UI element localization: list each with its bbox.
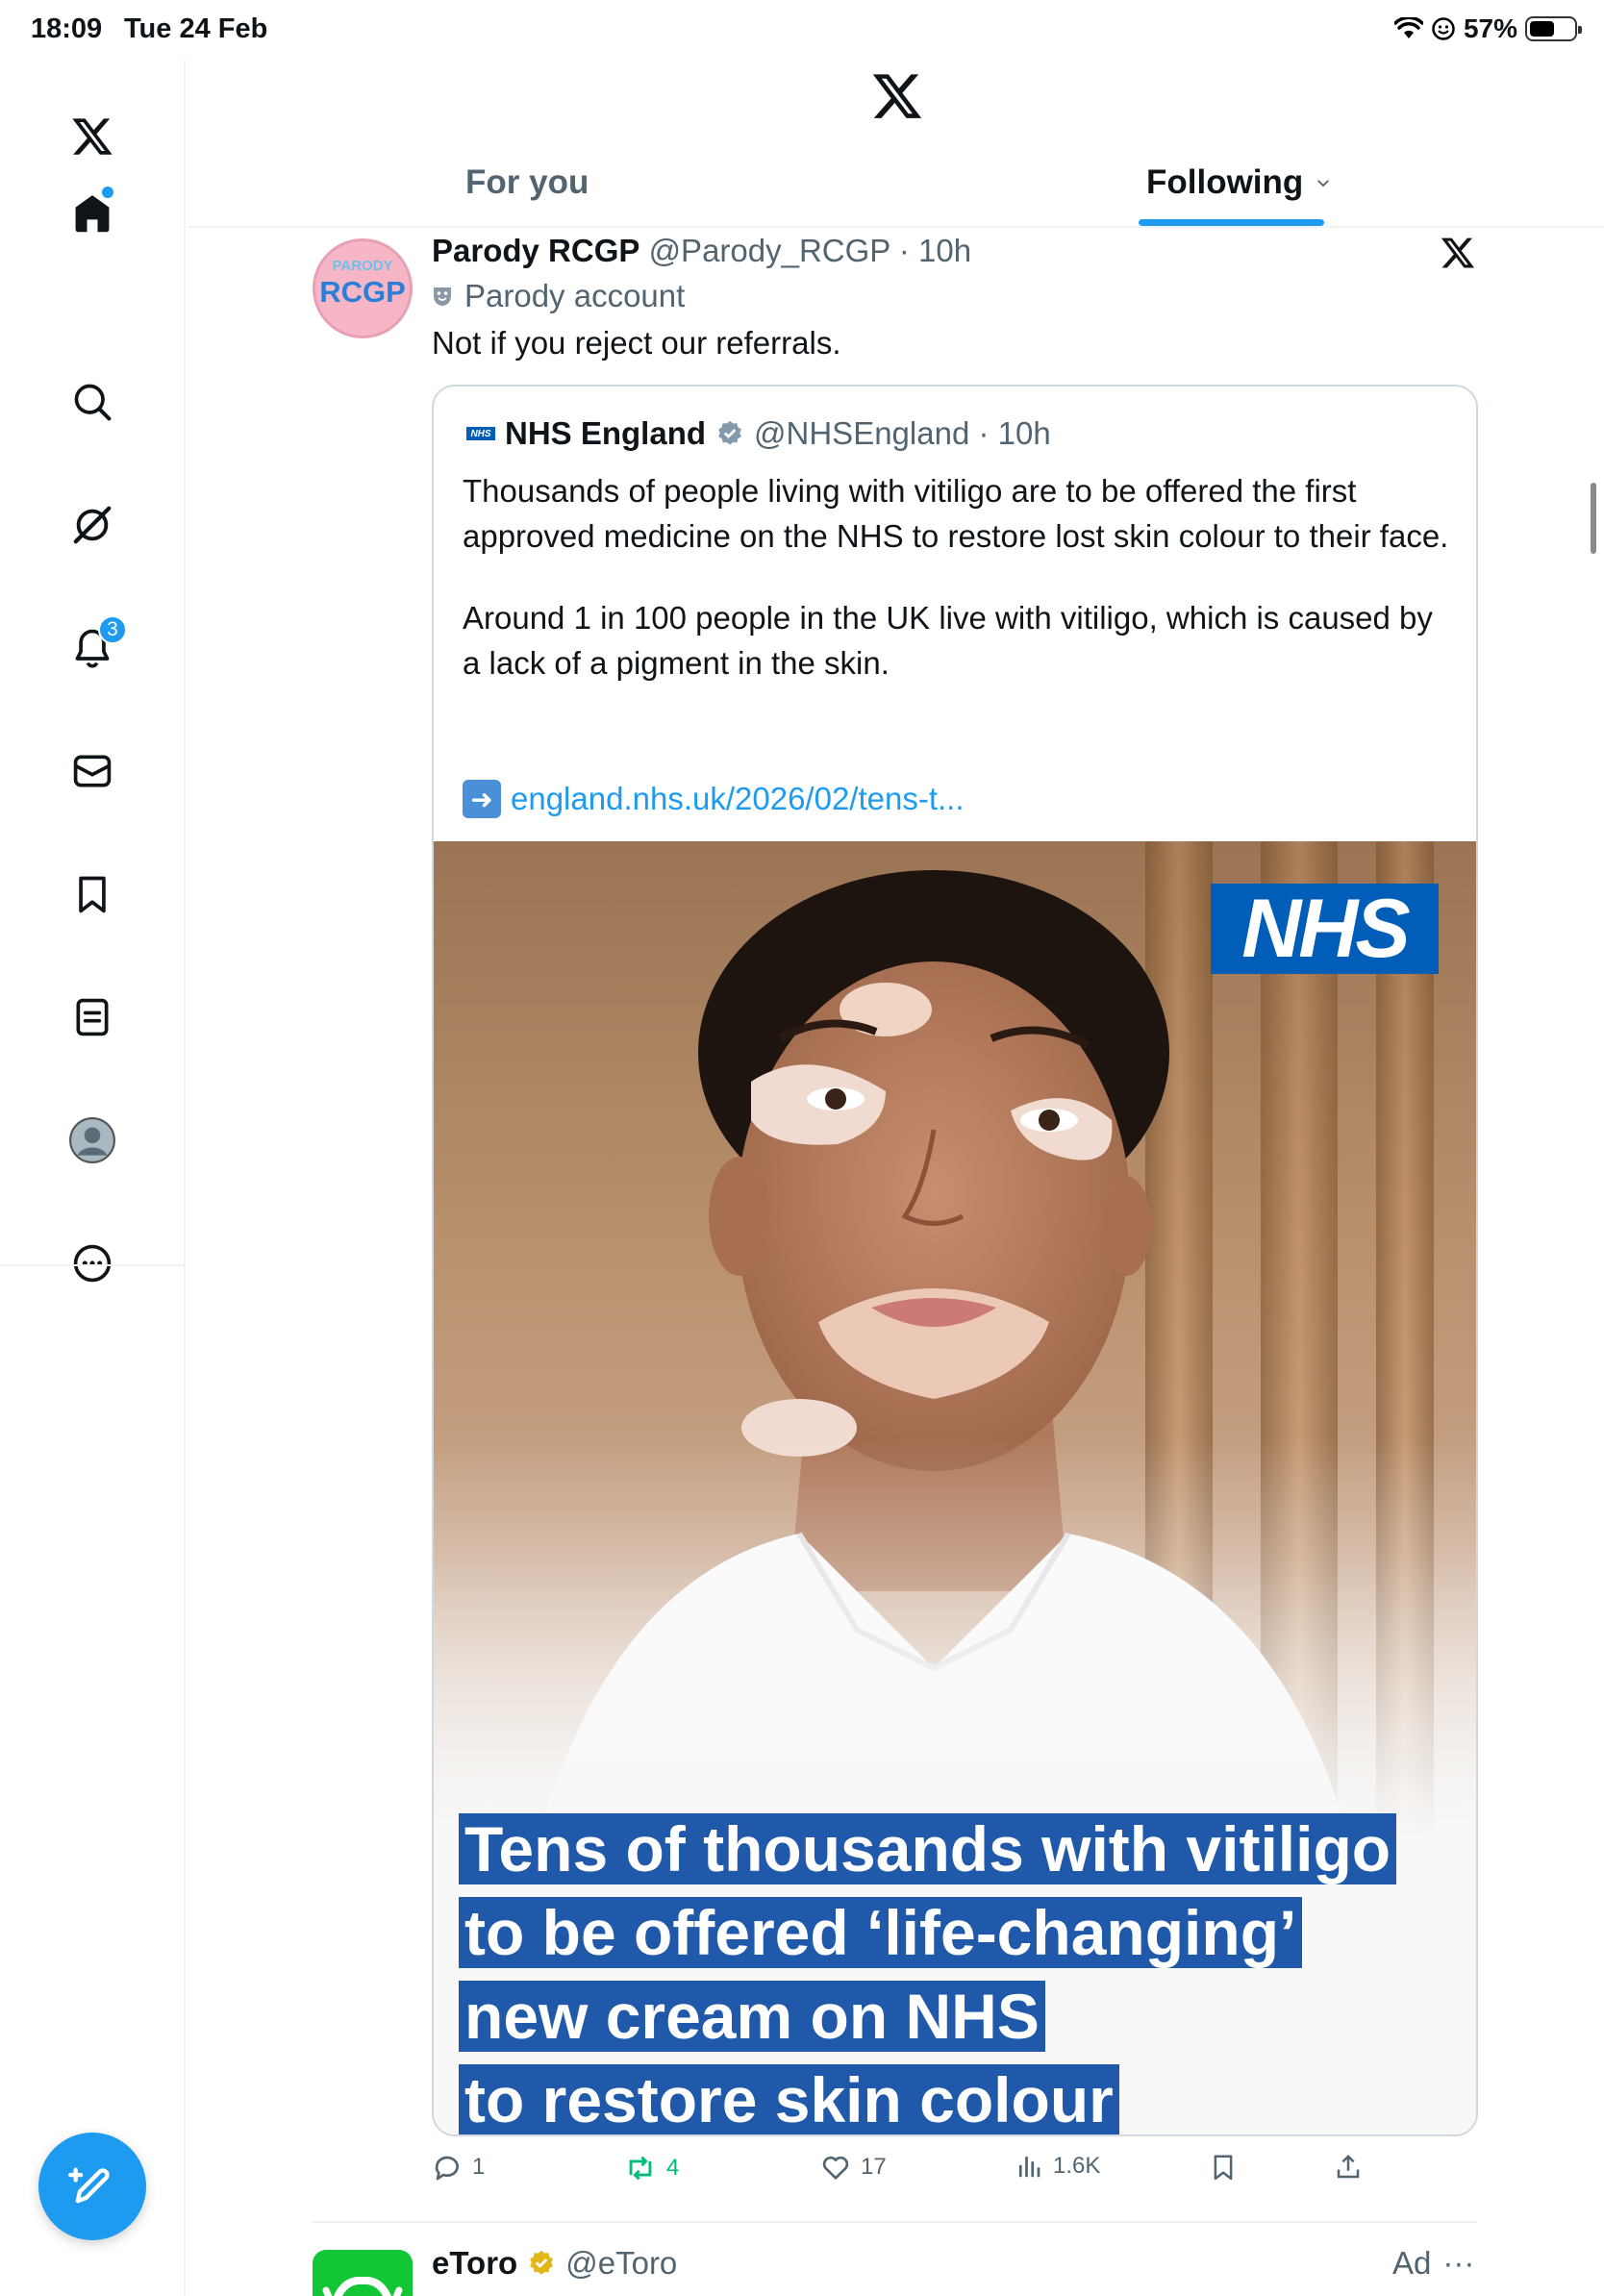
tab-following[interactable]: Following: [1146, 163, 1332, 202]
avatar-big-text: RCGP: [319, 275, 406, 309]
x-logo-icon[interactable]: [62, 106, 123, 167]
views-button[interactable]: 1.6K: [1015, 2152, 1100, 2181]
reply-count: 1: [472, 2154, 486, 2180]
headline-line: Tens of thousands with vitiligo: [459, 1813, 1397, 1884]
author-name[interactable]: Parody RCGP: [432, 233, 639, 268]
sidebar-divider: [0, 1264, 186, 1266]
post-header: Parody RCGP @Parody_RCGP · 10h: [432, 233, 971, 269]
lists-icon[interactable]: [62, 986, 123, 1048]
reply-button[interactable]: 1: [432, 2152, 485, 2183]
repost-button[interactable]: 4: [624, 2152, 679, 2184]
status-time: 18:09: [31, 13, 103, 44]
more-options-button[interactable]: ···: [1442, 2245, 1474, 2282]
quoted-post[interactable]: NHS NHS England @NHSEngland · 10h Thousa…: [432, 385, 1478, 2136]
x-logo-icon[interactable]: [870, 69, 924, 123]
avatar[interactable]: [313, 2250, 413, 2296]
status-indicators: 57%: [1393, 13, 1582, 44]
messages-icon[interactable]: [62, 740, 123, 802]
quoted-post-text: Thousands of people living with vitiligo…: [463, 468, 1453, 722]
headline-line: to be offered ‘life-changing’: [459, 1897, 1303, 1968]
reply-icon: [435, 2156, 459, 2181]
scrollbar[interactable]: [1591, 483, 1596, 554]
repost-icon: [629, 2156, 652, 2181]
ad-post-header: eToro @eToro: [432, 2245, 677, 2282]
heart-icon: [822, 2156, 849, 2180]
search-icon[interactable]: [62, 371, 123, 433]
right-arrow-icon: ➜: [463, 780, 501, 818]
tab-label: Following: [1146, 163, 1304, 201]
verified-gold-badge-icon: [530, 2250, 554, 2275]
headline-line: to restore skin colour: [459, 2064, 1119, 2134]
wifi-icon: [1393, 17, 1423, 38]
quoted-link[interactable]: ➜ england.nhs.uk/2026/02/tens-t...: [463, 780, 965, 818]
home-icon[interactable]: [62, 183, 123, 244]
profile-icon[interactable]: [62, 1110, 123, 1171]
timeline-header: For you Following: [188, 60, 1604, 228]
battery-percent: 57%: [1463, 13, 1517, 43]
views-icon: [1018, 2156, 1040, 2178]
status-date: Tue 24 Feb: [124, 13, 268, 44]
share-icon: [1337, 2154, 1360, 2179]
repost-count: 4: [666, 2155, 680, 2181]
nhs-logo: NHS: [1211, 883, 1439, 975]
share-button[interactable]: [1334, 2152, 1363, 2183]
like-count: 17: [861, 2154, 887, 2180]
notifications-icon[interactable]: 3: [62, 615, 127, 679]
mask-icon: [433, 287, 452, 307]
quoted-avatar: NHS: [466, 427, 495, 440]
chevron-down-icon: [1317, 180, 1330, 187]
active-tab-indicator: [1139, 219, 1324, 226]
author-name[interactable]: eToro: [432, 2245, 517, 2282]
like-button[interactable]: 17: [820, 2152, 887, 2183]
post-text: Not if you reject our referrals.: [432, 325, 841, 361]
quoted-author-handle-time: @NHSEngland · 10h: [754, 415, 1051, 451]
grok-icon[interactable]: [62, 494, 123, 556]
avatar-small-text: PARODY: [332, 258, 393, 274]
bookmark-icon: [1214, 2155, 1233, 2181]
home-unread-dot: [102, 187, 113, 198]
parody-label: Parody account: [432, 278, 685, 314]
view-count: 1.6K: [1053, 2153, 1101, 2179]
author-handle-time[interactable]: @Parody_RCGP · 10h: [649, 233, 972, 268]
headline-line: new cream on NHS: [459, 1981, 1045, 2052]
quoted-paragraph: Thousands of people living with vitiligo…: [463, 473, 1449, 554]
sidebar: 3: [0, 60, 186, 2296]
grok-x-icon[interactable]: [1440, 235, 1476, 271]
focus-mode-icon: [1432, 17, 1455, 40]
ad-label-text: Ad: [1392, 2245, 1432, 2281]
tab-for-you[interactable]: For you: [465, 163, 589, 202]
bookmarks-icon[interactable]: [62, 863, 123, 925]
avatar[interactable]: PARODY RCGP: [313, 238, 413, 338]
verified-badge-icon: [718, 420, 741, 445]
post-actions: 1 4 17 1.6K: [432, 2152, 1393, 2200]
quoted-author-name: NHS England: [505, 415, 707, 451]
ad-label: Ad ···: [1392, 2245, 1474, 2282]
battery-icon: [1525, 16, 1582, 41]
quoted-media-image[interactable]: NHS Tens of thousands with vitiligo to b…: [434, 841, 1476, 2134]
more-icon[interactable]: [62, 1233, 123, 1294]
image-headline: Tens of thousands with vitiligo to be of…: [459, 1812, 1459, 2134]
tab-label: For you: [465, 163, 589, 201]
quoted-post-header: NHS NHS England @NHSEngland · 10h: [466, 415, 1051, 452]
quoted-paragraph: Around 1 in 100 people in the UK live wi…: [463, 600, 1433, 681]
compose-icon: [68, 2167, 110, 2204]
compose-button[interactable]: [38, 2133, 146, 2240]
author-handle[interactable]: @eToro: [565, 2245, 677, 2282]
post-divider: [311, 2221, 1477, 2223]
parody-label-text: Parody account: [464, 278, 686, 313]
bookmark-button[interactable]: [1209, 2152, 1238, 2183]
quoted-link-text: england.nhs.uk/2026/02/tens-t...: [511, 781, 965, 816]
etoro-bull-logo-icon: [322, 2276, 403, 2296]
status-bar: 18:09 Tue 24 Feb 57%: [0, 0, 1604, 60]
notification-badge: 3: [98, 615, 127, 644]
